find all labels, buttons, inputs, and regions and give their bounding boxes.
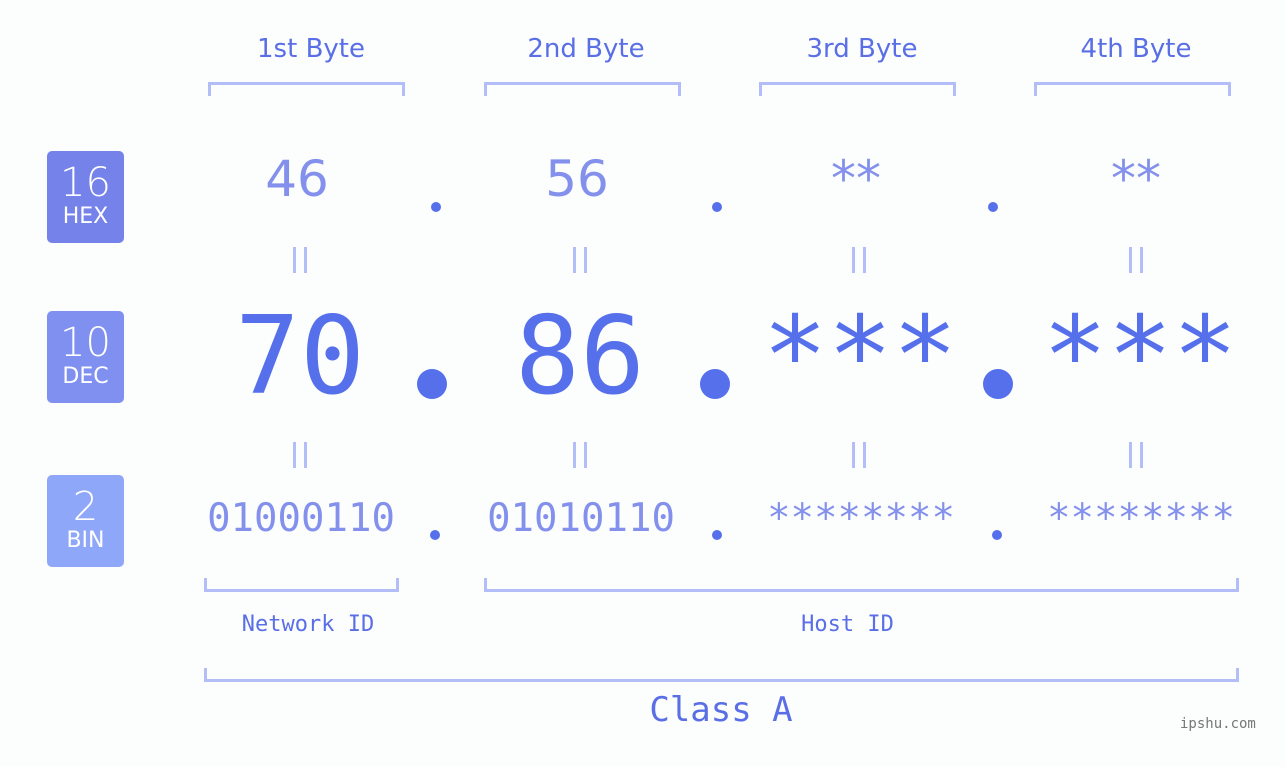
hex-separator-dot [431,202,441,212]
equals-icon [1129,442,1132,468]
hex-value-1: 46 [265,150,329,208]
hex-badge: 16 HEX [47,151,124,243]
hex-separator-dot [712,202,722,212]
hex-badge-label: HEX [62,204,109,229]
class-label: Class A [649,690,793,730]
dec-value-1: 70 [234,294,366,419]
dec-value-2: 86 [514,294,646,419]
equals-icon [584,247,587,273]
network-id-bracket [204,578,399,592]
bin-separator-dot [430,530,440,540]
bin-value-1: 01000110 [207,496,395,541]
equals-icon [304,442,307,468]
equals-icon [293,247,296,273]
byte-bracket-4 [1034,82,1231,96]
equals-icon [1140,442,1143,468]
byte-bracket-2 [484,82,681,96]
equals-icon [293,442,296,468]
byte-header-1: 1st Byte [257,34,365,64]
byte-bracket-1 [208,82,405,96]
dec-separator-dot [700,369,730,399]
equals-icon [852,442,855,468]
byte-header-2: 2nd Byte [527,34,645,64]
byte-header-4: 4th Byte [1080,34,1192,64]
bin-separator-dot [712,530,722,540]
dec-value-4: *** [1042,294,1238,419]
equals-icon [584,442,587,468]
host-id-bracket [484,578,1239,592]
bin-value-4: ******** [1047,496,1235,541]
watermark: ipshu.com [1180,716,1256,732]
bin-value-2: 01010110 [487,496,675,541]
class-bracket [204,668,1239,682]
dec-badge: 10 DEC [47,311,124,403]
equals-icon [863,442,866,468]
equals-icon [1129,247,1132,273]
equals-icon [573,442,576,468]
equals-icon [863,247,866,273]
equals-icon [1140,247,1143,273]
hex-value-2: 56 [545,150,609,208]
bin-badge-label: BIN [66,528,105,553]
bin-badge: 2 BIN [47,475,124,567]
equals-icon [304,247,307,273]
dec-separator-dot [417,369,447,399]
hex-separator-dot [988,202,998,212]
network-id-label: Network ID [241,612,375,637]
byte-bracket-3 [759,82,956,96]
dec-separator-dot [983,369,1013,399]
bin-value-3: ******** [767,496,955,541]
dec-value-3: *** [762,294,958,419]
bin-separator-dot [992,530,1002,540]
equals-icon [573,247,576,273]
byte-header-3: 3rd Byte [806,34,918,64]
equals-icon [852,247,855,273]
hex-value-3: ** [831,150,881,208]
hex-badge-number: 16 [60,160,111,206]
host-id-label: Host ID [801,612,894,637]
hex-value-4: ** [1111,150,1161,208]
dec-badge-number: 10 [60,320,111,366]
bin-badge-number: 2 [72,484,99,530]
dec-badge-label: DEC [62,364,109,389]
